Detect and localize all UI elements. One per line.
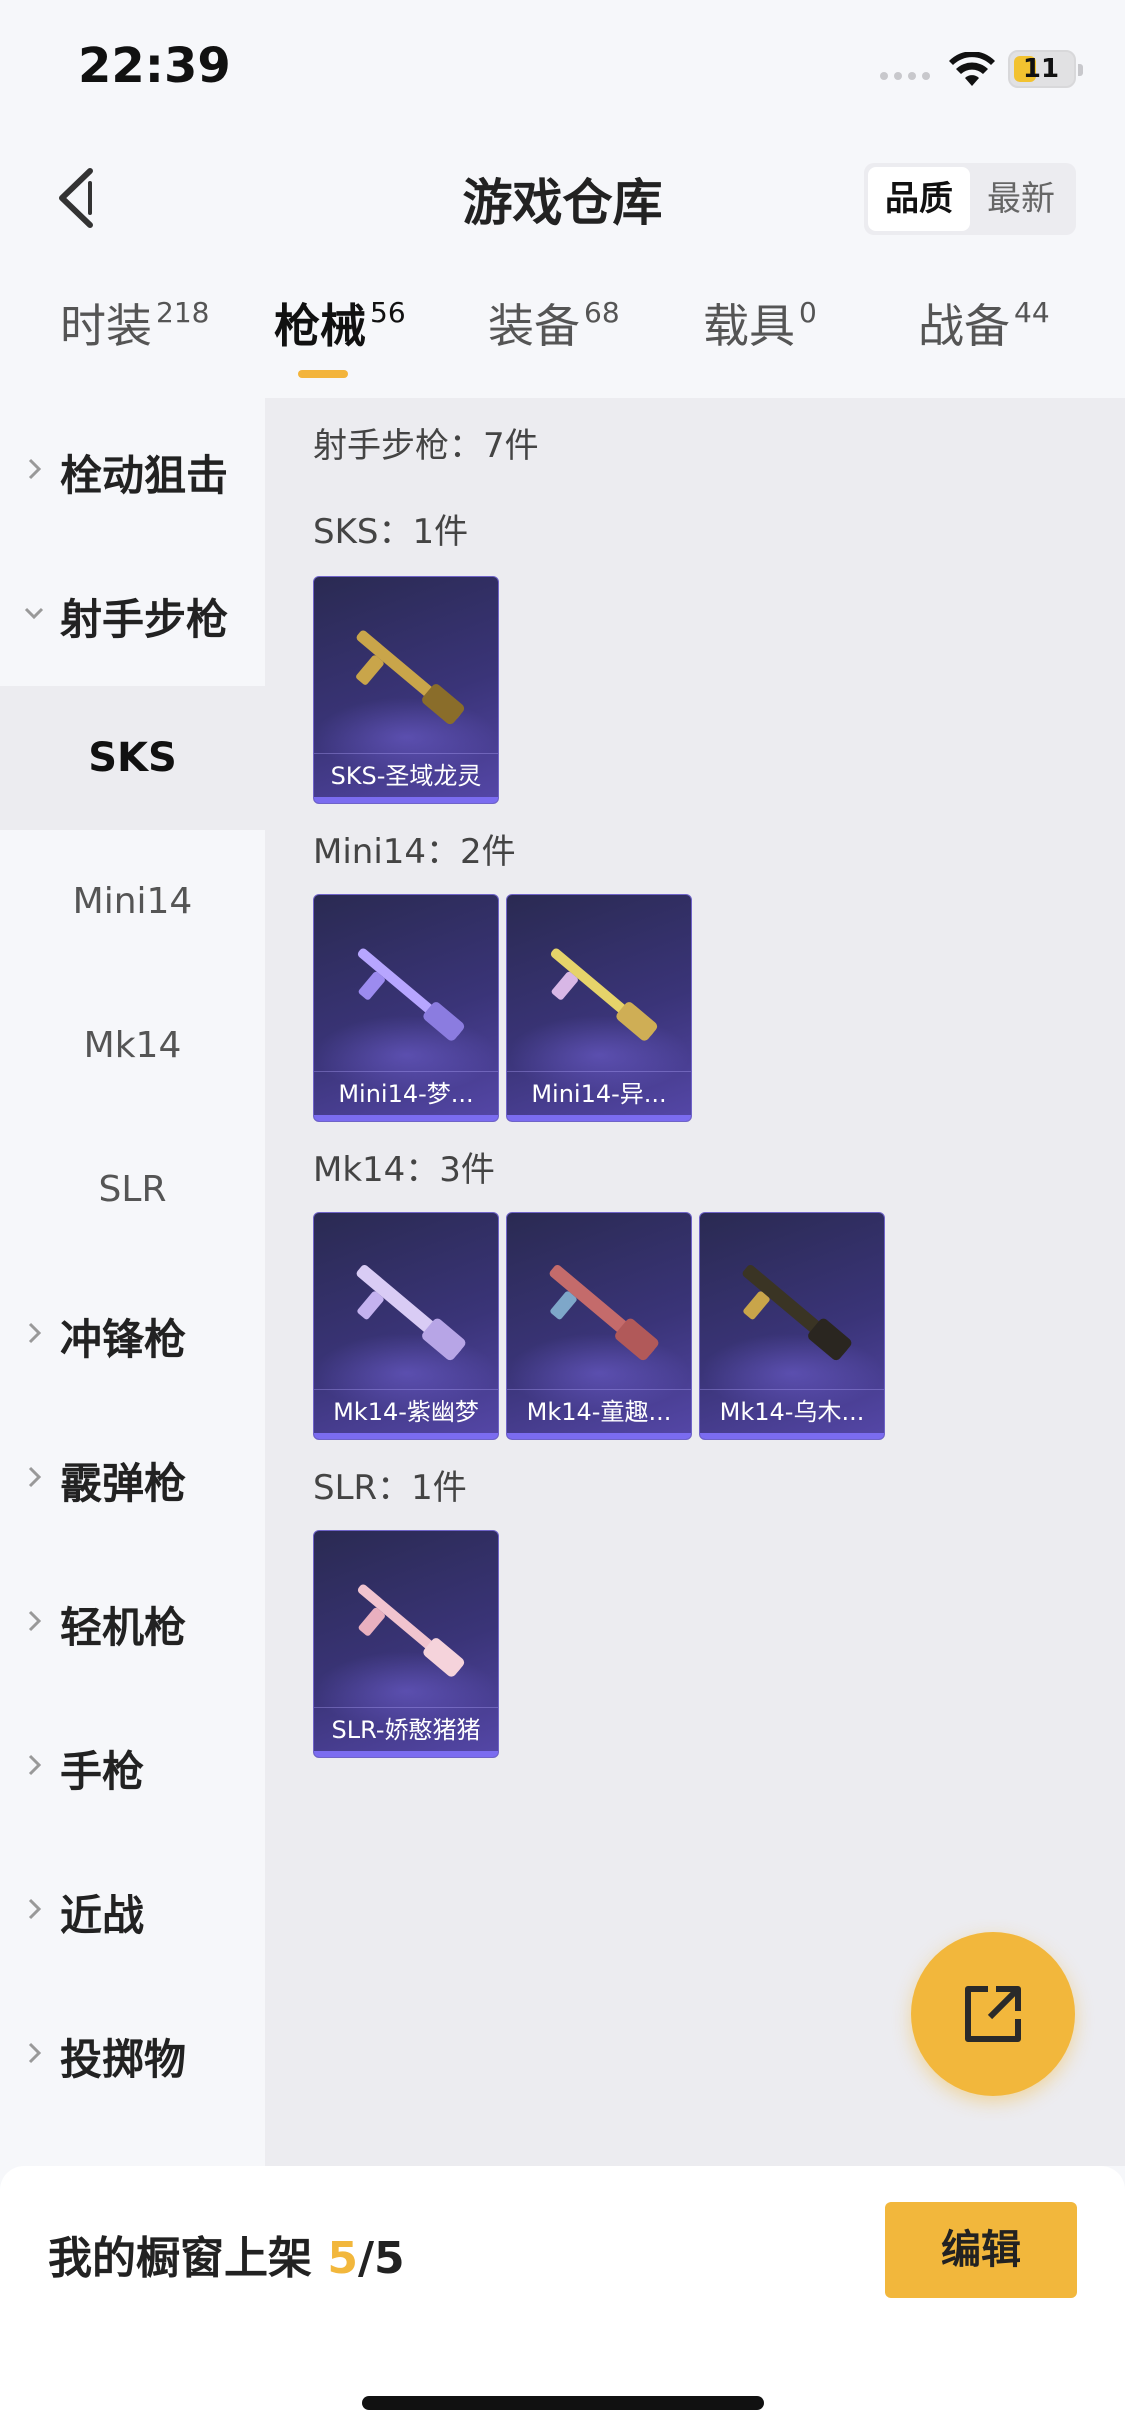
home-indicator[interactable]: [362, 2396, 764, 2410]
sidebar-subitem-sks[interactable]: SKS: [0, 686, 265, 830]
header: 游戏仓库 品质 最新: [0, 135, 1125, 260]
sidebar-item-label: 轻机枪: [60, 1603, 187, 1652]
chevron-right-icon: [28, 1322, 42, 1344]
item-card[interactable]: Mini14-异...: [506, 894, 692, 1122]
rifle-icon: [742, 1264, 852, 1361]
item-name: Mk14-乌木...: [700, 1389, 884, 1433]
sidebar-item-throwables[interactable]: 投掷物: [0, 1982, 265, 2126]
item-card[interactable]: SLR-娇憨猪猪: [313, 1530, 499, 1758]
category-title: 射手步枪：7件: [313, 426, 539, 466]
cellular-signal-icon: [880, 72, 930, 80]
item-name: SKS-圣域龙灵: [314, 753, 498, 797]
sidebar-item-label: 栓动狙击: [60, 451, 229, 500]
tab-vehicles[interactable]: 载具 0: [703, 290, 817, 356]
group-title: Mk14：3件: [313, 1150, 495, 1190]
item-name: SLR-娇憨猪猪: [314, 1707, 498, 1751]
rifle-icon: [549, 1264, 659, 1361]
sidebar-item-label: 投掷物: [60, 2035, 187, 2084]
status-time: 22:39: [78, 38, 231, 94]
item-name: Mini14-梦...: [314, 1071, 498, 1115]
sidebar: 栓动狙击 射手步枪 SKS Mini14 Mk14 SLR 冲锋枪 霰弹枪 轻机…: [0, 398, 265, 2166]
chevron-right-icon: [28, 1754, 42, 1776]
chevron-right-icon: [28, 1610, 42, 1632]
category-tabs: 时装 218 枪械 56 装备 68 载具 0 战备 44: [0, 290, 1125, 390]
sidebar-subitem-mini14[interactable]: Mini14: [0, 830, 265, 974]
rifle-icon: [356, 630, 465, 725]
sort-newest-button[interactable]: 最新: [970, 167, 1072, 231]
rifle-icon: [356, 1264, 466, 1361]
group-title: Mini14：2件: [313, 832, 516, 872]
active-tab-indicator: [298, 370, 348, 378]
item-name: Mini14-异...: [507, 1071, 691, 1115]
sidebar-item-smg[interactable]: 冲锋枪: [0, 1262, 265, 1406]
item-card[interactable]: Mk14-童趣...: [506, 1212, 692, 1440]
share-icon: [965, 1986, 1021, 2042]
item-card[interactable]: Mk14-乌木...: [699, 1212, 885, 1440]
chevron-down-icon: [24, 607, 44, 620]
item-name: Mk14-童趣...: [507, 1389, 691, 1433]
rifle-icon: [357, 948, 465, 1041]
tab-count: 218: [156, 296, 210, 329]
tab-fashion[interactable]: 时装 218: [60, 290, 209, 356]
tab-war-gear[interactable]: 战备 44: [918, 290, 1050, 356]
tab-count: 68: [584, 296, 620, 329]
showcase-current-count: 5: [327, 2233, 358, 2284]
sort-toggle: 品质 最新: [864, 163, 1076, 235]
tab-label: 装备: [488, 299, 580, 353]
sort-quality-button[interactable]: 品质: [868, 167, 970, 231]
sidebar-item-shotgun[interactable]: 霰弹枪: [0, 1406, 265, 1550]
chevron-right-icon: [28, 1898, 42, 1920]
tab-label: 载具: [703, 299, 795, 353]
tab-count: 44: [1014, 296, 1050, 329]
chevron-right-icon: [28, 1466, 42, 1488]
tab-label: 枪械: [274, 299, 366, 353]
sidebar-item-marksman-rifle[interactable]: 射手步枪: [0, 542, 265, 686]
status-bar: 22:39 11: [0, 0, 1125, 135]
showcase-status: 我的橱窗上架 5/5: [48, 2222, 405, 2286]
group-title: SLR：1件: [313, 1468, 467, 1508]
rifle-icon: [550, 948, 658, 1041]
item-card[interactable]: Mk14-紫幽梦: [313, 1212, 499, 1440]
battery-level: 11: [1022, 54, 1060, 84]
item-name: Mk14-紫幽梦: [314, 1389, 498, 1433]
sidebar-item-label: 近战: [60, 1891, 145, 1940]
edit-button[interactable]: 编辑: [885, 2202, 1077, 2298]
sidebar-item-label: 射手步枪: [60, 595, 229, 644]
tab-equipment[interactable]: 装备 68: [488, 290, 620, 356]
sidebar-item-label: 霰弹枪: [60, 1459, 187, 1508]
tab-count: 56: [370, 296, 406, 329]
tab-count: 0: [799, 296, 817, 329]
group-title: SKS：1件: [313, 512, 469, 552]
sidebar-subitem-mk14[interactable]: Mk14: [0, 974, 265, 1118]
sidebar-subitem-slr[interactable]: SLR: [0, 1118, 265, 1262]
showcase-total: /5: [357, 2233, 405, 2284]
chevron-right-icon: [28, 458, 42, 480]
item-card[interactable]: SKS-圣域龙灵: [313, 576, 499, 804]
tab-label: 战备: [918, 299, 1010, 353]
item-grid-area: 射手步枪：7件 SKS：1件 SKS-圣域龙灵 Mini14：2件 Mini14…: [265, 398, 1125, 2166]
tab-firearms[interactable]: 枪械 56: [274, 290, 406, 356]
showcase-prefix: 我的橱窗上架: [48, 2233, 328, 2284]
rifle-icon: [357, 1584, 465, 1677]
sidebar-item-bolt-action[interactable]: 栓动狙击: [0, 398, 265, 542]
sidebar-item-label: 冲锋枪: [60, 1315, 187, 1364]
share-button[interactable]: [911, 1932, 1075, 2096]
battery-icon: 11: [1008, 50, 1083, 88]
item-card[interactable]: Mini14-梦...: [313, 894, 499, 1122]
tab-label: 时装: [60, 299, 152, 353]
sidebar-item-melee[interactable]: 近战: [0, 1838, 265, 1982]
sidebar-item-label: 手枪: [60, 1747, 145, 1796]
sidebar-item-pistol[interactable]: 手枪: [0, 1694, 265, 1838]
chevron-right-icon: [28, 2042, 42, 2064]
sidebar-item-lmg[interactable]: 轻机枪: [0, 1550, 265, 1694]
wifi-icon: [949, 52, 995, 86]
